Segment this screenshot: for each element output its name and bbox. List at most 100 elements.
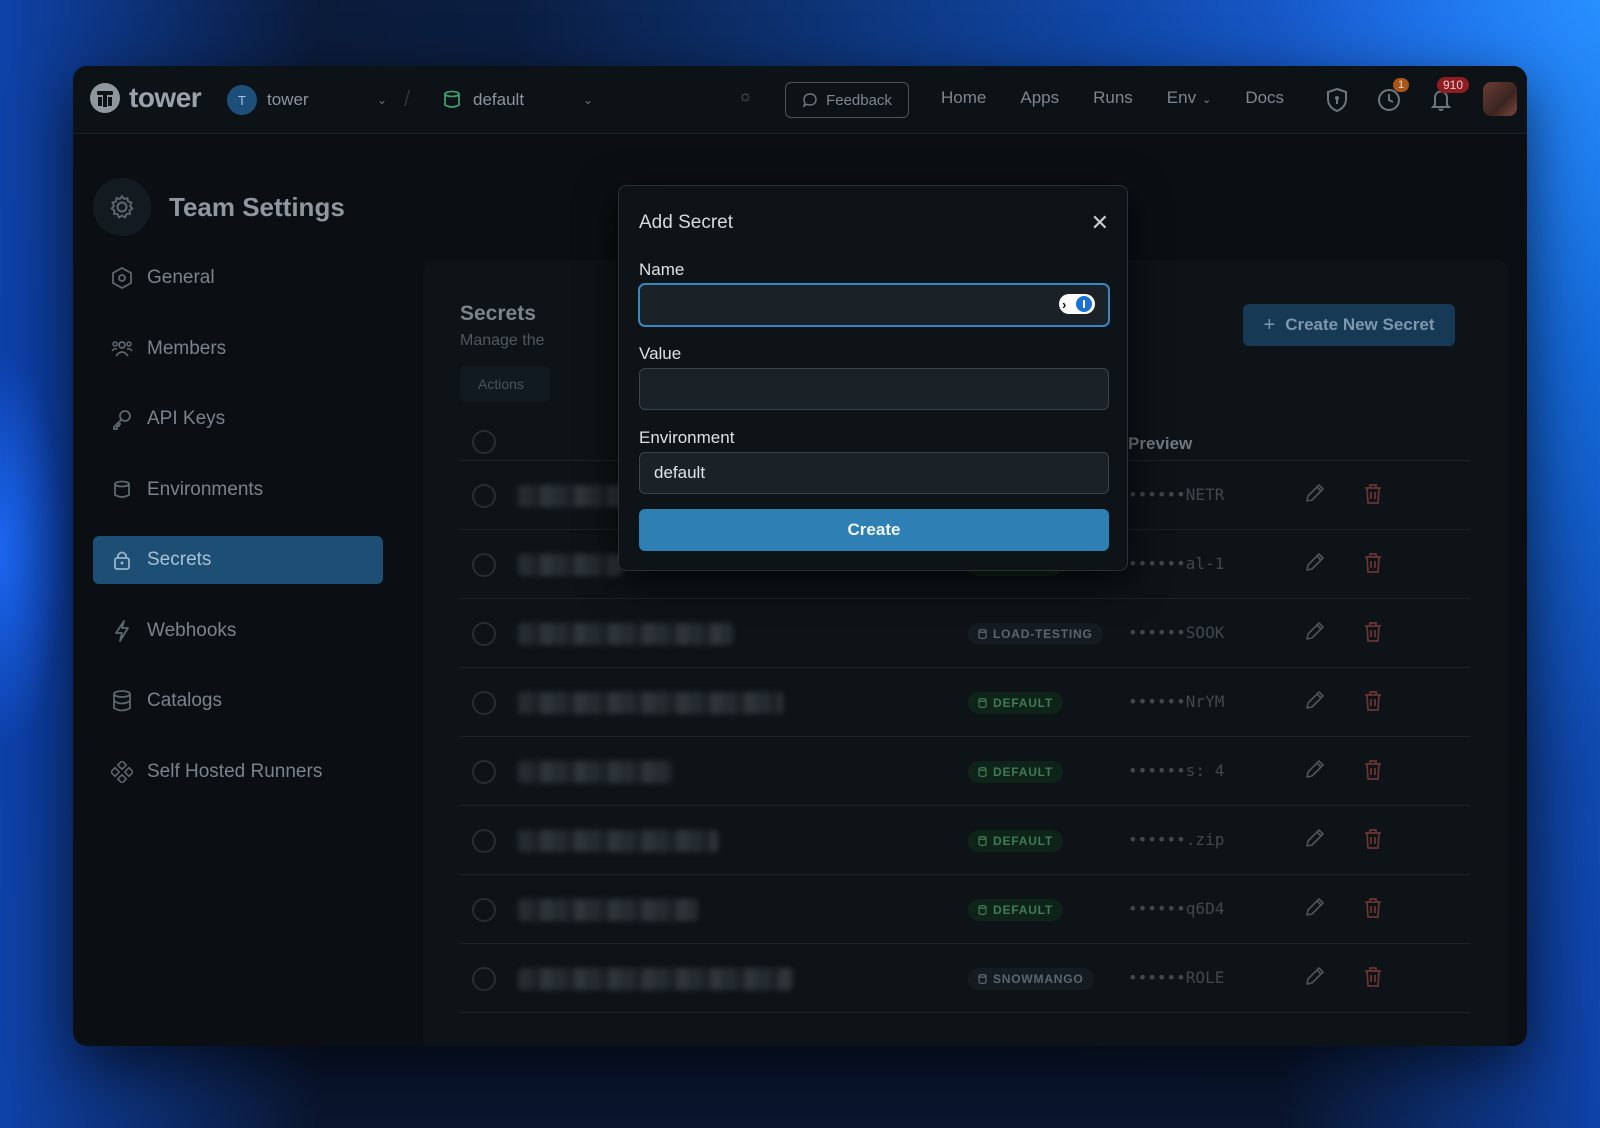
create-new-secret-button[interactable]: + Create New Secret [1243, 304, 1455, 346]
table-row[interactable]: DEFAULT ••••••q6D4 [460, 875, 1470, 944]
environment-input[interactable] [639, 452, 1109, 494]
row-checkbox[interactable] [472, 760, 496, 784]
secret-name-redacted [518, 692, 783, 714]
trash-icon[interactable] [1363, 828, 1383, 855]
sidebar-item-self-hosted-runners[interactable]: Self Hosted Runners [93, 748, 383, 796]
user-avatar[interactable] [1483, 82, 1517, 116]
row-checkbox[interactable] [472, 898, 496, 922]
trash-icon[interactable] [1363, 483, 1383, 510]
sidebar-item-environments[interactable]: Environments [93, 466, 383, 514]
row-checkbox[interactable] [472, 829, 496, 853]
pencil-icon[interactable] [1305, 828, 1325, 853]
trash-icon[interactable] [1363, 759, 1383, 786]
cylinder-icon [978, 904, 987, 915]
select-all-checkbox[interactable] [472, 430, 496, 454]
shield-icon[interactable] [1323, 86, 1351, 114]
actions-dropdown[interactable]: Actions [460, 366, 550, 402]
trash-icon[interactable] [1363, 897, 1383, 924]
table-row[interactable]: DEFAULT ••••••.zip [460, 806, 1470, 875]
logo[interactable]: tower [89, 82, 202, 114]
hexagon-settings-icon [111, 267, 133, 289]
nav-runs[interactable]: Runs [1093, 88, 1133, 108]
sidebar-item-members[interactable]: Members [93, 325, 383, 373]
environment-selector[interactable]: default ⌄ [443, 80, 593, 120]
sidebar-item-general[interactable]: General [93, 254, 383, 302]
close-icon[interactable]: ✕ [1091, 210, 1109, 236]
sidebar-item-webhooks[interactable]: Webhooks [93, 607, 383, 655]
clock-badge: 1 [1393, 78, 1410, 92]
cylinder-icon [978, 766, 987, 777]
table-row[interactable]: SNOWMANGO ••••••ROLE [460, 944, 1470, 1013]
sidebar-title: Team Settings [169, 191, 345, 222]
feedback-label: Feedback [826, 91, 892, 109]
secret-preview: ••••••.zip [1128, 830, 1225, 849]
pencil-icon[interactable] [1305, 483, 1325, 508]
secret-name-redacted [518, 830, 718, 852]
trash-icon[interactable] [1363, 690, 1383, 717]
table-row[interactable]: DEFAULT ••••••NrYM [460, 668, 1470, 737]
password-manager-icon[interactable]: › [1059, 294, 1095, 314]
trash-icon[interactable] [1363, 621, 1383, 648]
plus-icon: + [1263, 313, 1276, 336]
row-checkbox[interactable] [472, 967, 496, 991]
chevron-down-icon: ⌄ [1202, 94, 1212, 106]
environment-badge-label: DEFAULT [993, 696, 1054, 710]
members-icon [111, 339, 133, 359]
secret-preview: ••••••ROLE [1128, 968, 1225, 987]
create-button[interactable]: Create [639, 509, 1109, 551]
secret-name-redacted [518, 623, 733, 645]
theme-toggle-sun-icon[interactable]: ☼ [738, 88, 753, 106]
environment-badge: DEFAULT [968, 899, 1064, 921]
row-checkbox[interactable] [472, 553, 496, 577]
cylinder-icon [978, 697, 987, 708]
pencil-icon[interactable] [1305, 552, 1325, 577]
trash-icon[interactable] [1363, 966, 1383, 993]
secret-preview: ••••••SOOK [1128, 623, 1225, 642]
secret-preview: ••••••NrYM [1128, 692, 1225, 711]
value-input[interactable] [639, 368, 1109, 410]
name-label: Name [639, 260, 685, 279]
secret-name-redacted [518, 899, 698, 921]
sidebar-header: Team Settings [93, 178, 345, 236]
cylinder-icon [444, 90, 460, 108]
row-checkbox[interactable] [472, 691, 496, 715]
trash-icon[interactable] [1363, 552, 1383, 579]
sidebar-item-catalogs[interactable]: Catalogs [93, 677, 383, 725]
pencil-icon[interactable] [1305, 690, 1325, 715]
name-input[interactable] [639, 284, 1109, 326]
secret-name-redacted [518, 968, 793, 990]
value-label: Value [639, 344, 682, 363]
secret-preview: ••••••s: 4 [1128, 761, 1225, 780]
table-row[interactable]: LOAD-TESTING ••••••SOOK [460, 599, 1470, 668]
row-checkbox[interactable] [472, 484, 496, 508]
lock-icon [111, 550, 133, 570]
pencil-icon[interactable] [1305, 897, 1325, 922]
nav-env[interactable]: Env ⌄ [1167, 88, 1212, 108]
sidebar-item-api-keys[interactable]: API Keys [93, 395, 383, 443]
pencil-icon[interactable] [1305, 966, 1325, 991]
nav-docs[interactable]: Docs [1245, 88, 1284, 108]
main-nav: Home Apps Runs Env ⌄ Docs [941, 88, 1318, 108]
tower-logo-icon [90, 83, 120, 113]
feedback-button[interactable]: Feedback [785, 82, 909, 118]
lightning-icon [111, 620, 133, 642]
nav-apps[interactable]: Apps [1020, 88, 1059, 108]
notification-badge: 910 [1437, 77, 1470, 93]
pencil-icon[interactable] [1305, 759, 1325, 784]
secret-preview: ••••••q6D4 [1128, 899, 1225, 918]
cylinder-icon [978, 835, 987, 846]
team-selector[interactable]: T tower ⌄ [227, 80, 387, 120]
nav-home[interactable]: Home [941, 88, 986, 108]
table-row[interactable]: DEFAULT ••••••s: 4 [460, 737, 1470, 806]
secret-preview: ••••••NETR [1128, 485, 1225, 504]
database-icon [111, 690, 133, 712]
environment-badge: SNOWMANGO [968, 968, 1094, 990]
pencil-icon[interactable] [1305, 621, 1325, 646]
row-checkbox[interactable] [472, 622, 496, 646]
environment-badge-label: SNOWMANGO [993, 972, 1084, 986]
team-name: tower [267, 90, 309, 109]
sidebar-item-label: Environments [147, 479, 264, 500]
sidebar-item-secrets[interactable]: Secrets [93, 536, 383, 584]
environment-badge-label: LOAD-TESTING [993, 627, 1093, 641]
cylinder-icon [978, 628, 987, 639]
